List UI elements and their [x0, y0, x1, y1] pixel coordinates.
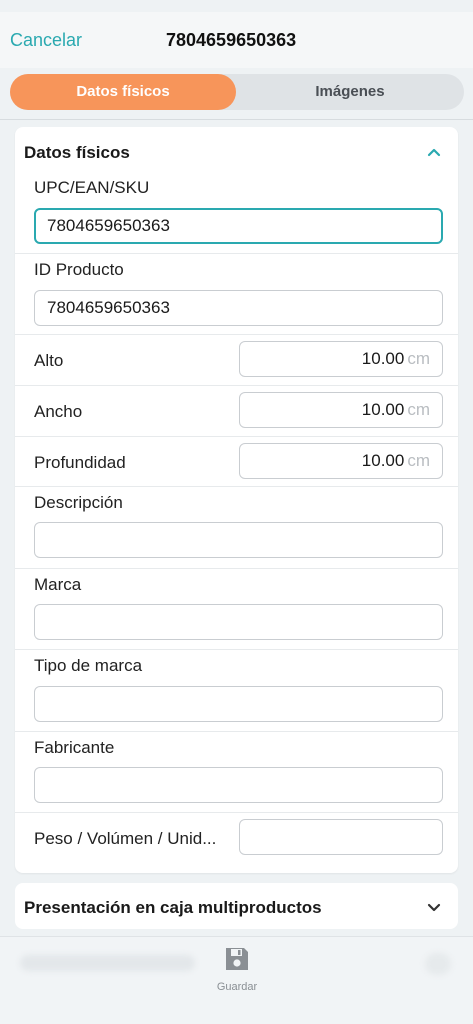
divider: [15, 731, 458, 732]
alto-label: Alto: [34, 351, 64, 370]
tab-bar: Datos físicos Imágenes: [10, 74, 464, 110]
product-id-input[interactable]: 7804659650363: [34, 290, 443, 326]
divider: [15, 334, 458, 335]
divider: [15, 812, 458, 813]
tipo-marca-input[interactable]: [34, 686, 443, 722]
divider: [15, 649, 458, 650]
profundidad-value: 10.00: [361, 451, 405, 470]
save-button[interactable]: Guardar: [210, 945, 264, 1001]
upc-input[interactable]: 7804659650363: [34, 208, 443, 244]
cancel-button[interactable]: Cancelar: [10, 30, 82, 51]
descripcion-label: Descripción: [34, 493, 123, 512]
bottom-bar: Guardar: [0, 936, 473, 1024]
alto-input[interactable]: 10.00 cm: [239, 341, 443, 377]
divider: [15, 568, 458, 569]
alto-unit: cm: [407, 349, 430, 368]
save-icon: [226, 948, 248, 970]
ancho-value: 10.00: [361, 400, 405, 419]
header-bar: Cancelar 7804659650363: [0, 12, 473, 68]
profundidad-input[interactable]: 10.00 cm: [239, 443, 443, 479]
fabricante-input[interactable]: [34, 767, 443, 803]
divider: [15, 385, 458, 386]
tab-imagenes[interactable]: Imágenes: [236, 74, 464, 110]
ancho-label: Ancho: [34, 402, 83, 421]
section-title: Datos físicos: [24, 143, 130, 162]
tab-datos-fisicos[interactable]: Datos físicos: [10, 74, 236, 110]
marca-label: Marca: [34, 575, 82, 594]
save-label: Guardar: [216, 981, 258, 993]
upc-label: UPC/EAN/SKU: [34, 178, 150, 197]
chevron-down-icon[interactable]: [425, 898, 443, 916]
descripcion-input[interactable]: [34, 522, 443, 558]
section-title: Presentación en caja multiproductos: [24, 898, 322, 917]
peso-input[interactable]: [239, 819, 443, 855]
divider: [15, 486, 458, 487]
ancho-unit: cm: [407, 400, 430, 419]
chevron-up-icon[interactable]: [425, 144, 443, 162]
page-title: 7804659650363: [166, 30, 297, 50]
divider: [15, 253, 458, 254]
blurred-text: [20, 955, 195, 971]
divider: [15, 436, 458, 437]
marca-input[interactable]: [34, 604, 443, 640]
profundidad-label: Profundidad: [34, 453, 126, 472]
blurred-element: [425, 953, 451, 975]
physical-data-card: Datos físicos UPC/EAN/SKU 7804659650363 …: [15, 127, 458, 873]
ancho-input[interactable]: 10.00 cm: [239, 392, 443, 428]
fabricante-label: Fabricante: [34, 738, 115, 757]
multiproduct-section-header[interactable]: Presentación en caja multiproductos: [15, 883, 458, 929]
tipo-marca-label: Tipo de marca: [34, 656, 143, 675]
alto-value: 10.00: [361, 349, 405, 368]
profundidad-unit: cm: [407, 451, 430, 470]
product-id-label: ID Producto: [34, 260, 124, 279]
divider: [0, 119, 473, 120]
peso-label: Peso / Volúmen / Unid...: [34, 829, 217, 848]
